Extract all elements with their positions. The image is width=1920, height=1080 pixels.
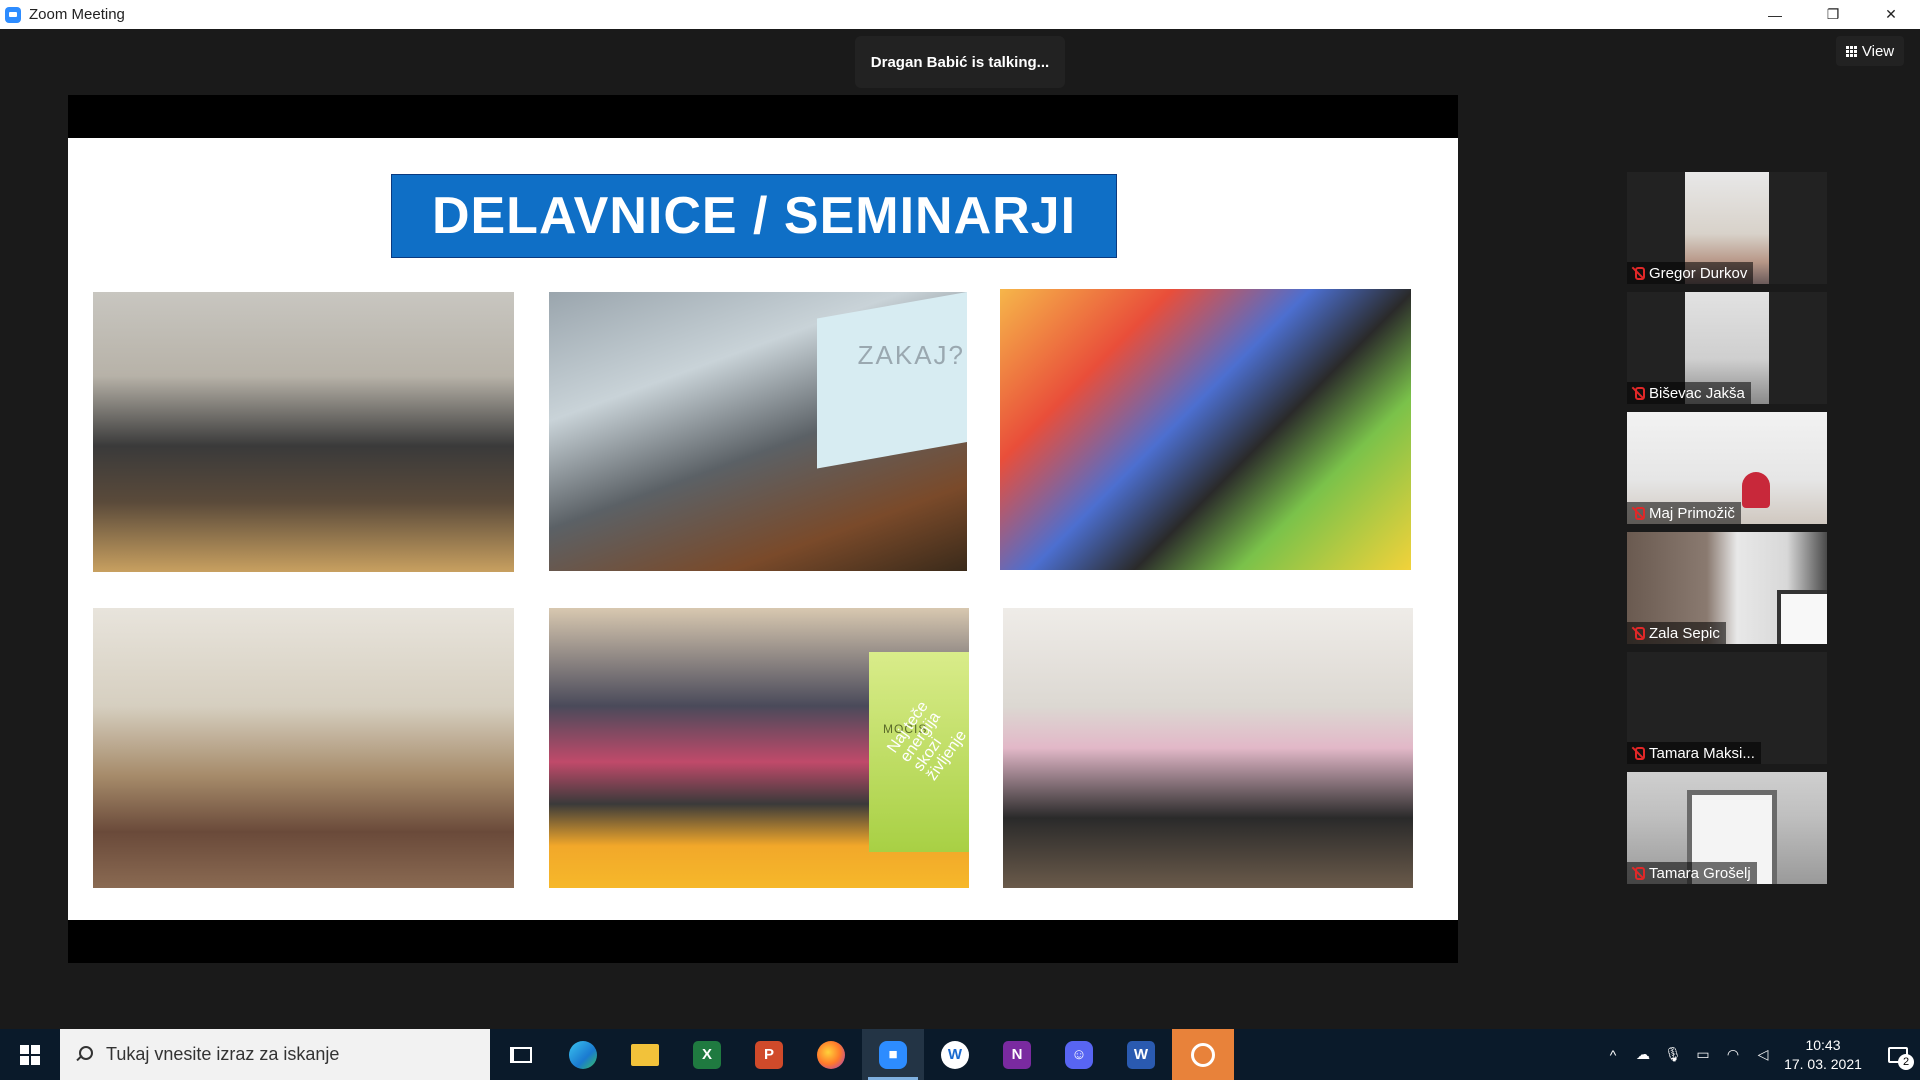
participant-tile[interactable]: Maj Primožič	[1627, 412, 1827, 524]
participant-name: Zala Sepic	[1649, 624, 1720, 642]
system-tray: ^ ☁ 🎙 ▭ ◠ ◁ 10:43 17. 03. 2021 2	[1598, 1029, 1920, 1080]
window-title: Zoom Meeting	[29, 6, 125, 23]
word-icon[interactable]: W	[1110, 1029, 1172, 1080]
search-placeholder: Tukaj vnesite izraz za iskanje	[106, 1044, 340, 1064]
powerpoint-icon[interactable]: P	[738, 1029, 800, 1080]
workshop-photo-conference-room	[93, 608, 514, 888]
word-glyph: W	[1127, 1040, 1155, 1069]
microphone-icon[interactable]: 🎙	[1658, 1029, 1688, 1080]
slide-title: DELAVNICE / SEMINARJI	[391, 174, 1117, 258]
grid-icon	[1845, 45, 1857, 57]
participant-name-bar: Maj Primožič	[1627, 502, 1741, 524]
window-controls: — ❐ ✕	[1746, 0, 1920, 29]
mic-muted-icon	[1631, 746, 1645, 760]
window-titlebar: Zoom Meeting — ❐ ✕	[0, 0, 1920, 29]
participant-tile[interactable]: Gregor Durkov	[1627, 172, 1827, 284]
projector-screen-text: ZAKAJ?	[857, 340, 965, 370]
participant-tile[interactable]: Tamara Maksi...	[1627, 652, 1827, 764]
projector-screen	[817, 292, 967, 469]
app-orange-icon[interactable]	[1172, 1029, 1234, 1080]
onenote-glyph: N	[1003, 1040, 1031, 1069]
participant-name: Maj Primožič	[1649, 504, 1735, 522]
shared-screen: DELAVNICE / SEMINARJI ZAKAJ? MOCIS Naj t…	[68, 95, 1458, 963]
participant-name-bar: Gregor Durkov	[1627, 262, 1754, 284]
workshop-photo-playroom	[1000, 289, 1411, 570]
mocis-banner: MOCIS Naj teče energija skozi življenje	[869, 652, 969, 852]
notification-center-button[interactable]: 2	[1876, 1029, 1920, 1080]
start-button[interactable]	[0, 1029, 60, 1080]
file-explorer-icon[interactable]	[614, 1029, 676, 1080]
app-orange-glyph	[1191, 1042, 1215, 1067]
edge-glyph	[569, 1040, 597, 1069]
wifi-icon[interactable]: ◠	[1718, 1029, 1748, 1080]
edge-icon[interactable]	[552, 1029, 614, 1080]
participant-name: Gregor Durkov	[1649, 264, 1748, 282]
participant-tile[interactable]: Biševac Jakša	[1627, 292, 1827, 404]
app-w-icon[interactable]: W	[924, 1029, 986, 1080]
firefox-glyph	[817, 1040, 845, 1069]
onenote-icon[interactable]: N	[986, 1029, 1048, 1080]
restore-button[interactable]: ❐	[1804, 0, 1862, 29]
taskbar-search[interactable]: Tukaj vnesite izraz za iskanje	[60, 1029, 490, 1080]
participant-name: Tamara Maksi...	[1649, 744, 1755, 762]
task-view-glyph	[510, 1046, 532, 1063]
mic-muted-icon	[1631, 506, 1645, 520]
search-icon	[74, 1045, 93, 1064]
mic-muted-icon	[1631, 866, 1645, 880]
discord-icon[interactable]: ☺	[1048, 1029, 1110, 1080]
volume-icon[interactable]: ◁	[1748, 1029, 1778, 1080]
minimize-button[interactable]: —	[1746, 0, 1804, 29]
participant-figure	[1742, 472, 1770, 508]
firefox-icon[interactable]	[800, 1029, 862, 1080]
workshop-photo-classroom	[1003, 608, 1413, 888]
onedrive-icon[interactable]: ☁	[1628, 1029, 1658, 1080]
excel-icon[interactable]: X	[676, 1029, 738, 1080]
participant-name: Tamara Grošelj	[1649, 864, 1751, 882]
participant-name-bar: Zala Sepic	[1627, 622, 1726, 644]
participant-name-bar: Tamara Grošelj	[1627, 862, 1757, 884]
task-view-icon[interactable]	[490, 1029, 552, 1080]
talking-indicator: Dragan Babić is talking...	[855, 36, 1065, 88]
close-button[interactable]: ✕	[1862, 0, 1920, 29]
banner-text: Naj teče energija skozi življenje	[884, 698, 969, 784]
meeting-area: Dragan Babić is talking... View DELAVNIC…	[0, 29, 1920, 1029]
windows-logo-icon	[20, 1044, 40, 1065]
workshop-photo-lecture-hall: ZAKAJ?	[549, 292, 967, 571]
participant-name-bar: Tamara Maksi...	[1627, 742, 1761, 764]
windows-taskbar: Tukaj vnesite izraz za iskanje X P ■ W N…	[0, 1029, 1920, 1080]
view-label: View	[1861, 42, 1895, 60]
participant-name-bar: Biševac Jakša	[1627, 382, 1751, 404]
clock-date: 17. 03. 2021	[1784, 1055, 1862, 1072]
window-in-video	[1777, 590, 1827, 644]
mic-muted-icon	[1631, 626, 1645, 640]
folder-glyph	[631, 1043, 659, 1066]
participant-tile[interactable]: Zala Sepic	[1627, 532, 1827, 644]
notification-count: 2	[1898, 1054, 1914, 1070]
view-button[interactable]: View	[1836, 36, 1904, 66]
powerpoint-glyph: P	[755, 1040, 783, 1069]
participant-tile[interactable]: Tamara Grošelj	[1627, 772, 1827, 884]
excel-glyph: X	[693, 1040, 721, 1069]
zoom-app-icon	[5, 6, 21, 23]
workshop-photo-mocis-group: MOCIS Naj teče energija skozi življenje	[549, 608, 969, 888]
participant-name: Biševac Jakša	[1649, 384, 1745, 402]
app-w-glyph: W	[941, 1040, 969, 1069]
chevron-up-icon[interactable]: ^	[1598, 1029, 1628, 1080]
workshop-photo-group	[93, 292, 514, 572]
clock-time: 10:43	[1805, 1036, 1841, 1053]
taskbar-clock[interactable]: 10:43 17. 03. 2021	[1778, 1036, 1868, 1074]
zoom-glyph: ■	[879, 1040, 907, 1069]
battery-icon[interactable]: ▭	[1688, 1029, 1718, 1080]
discord-glyph: ☺	[1065, 1040, 1093, 1069]
mic-muted-icon	[1631, 386, 1645, 400]
zoom-icon[interactable]: ■	[862, 1029, 924, 1080]
presentation-slide: DELAVNICE / SEMINARJI ZAKAJ? MOCIS Naj t…	[68, 138, 1458, 920]
mic-muted-icon	[1631, 266, 1645, 280]
